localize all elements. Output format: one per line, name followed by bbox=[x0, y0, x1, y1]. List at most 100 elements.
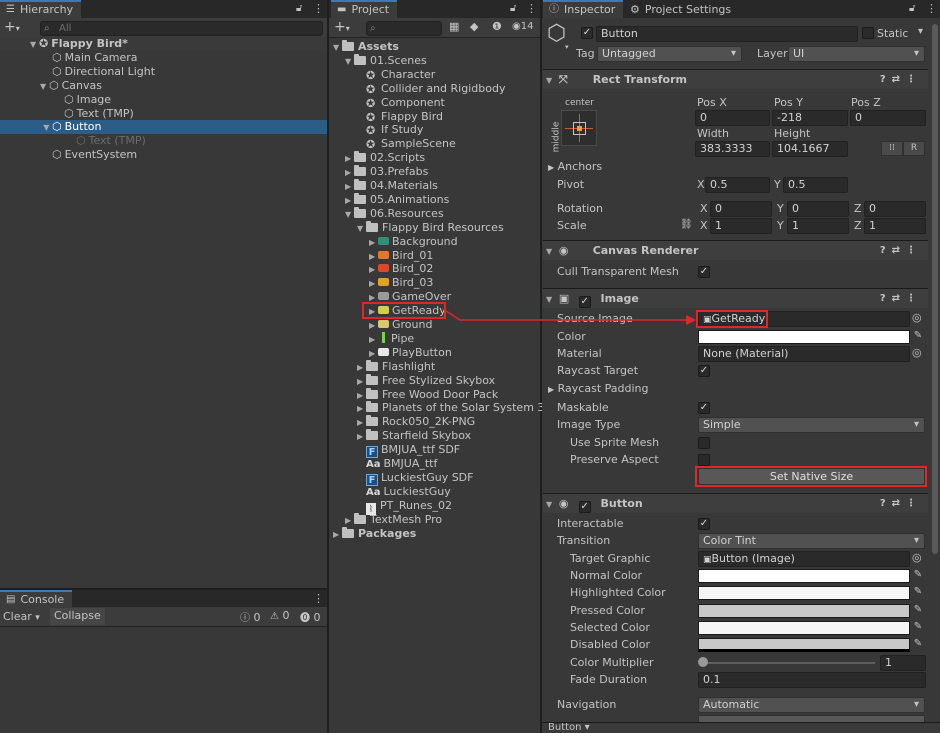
error-toggle[interactable]: ⓿ 0 bbox=[300, 609, 321, 624]
more-options-icon[interactable]: ⋮ bbox=[926, 2, 937, 15]
active-checkbox[interactable]: ✓ bbox=[581, 27, 593, 39]
project-tree-item[interactable]: ▶ Packages bbox=[333, 527, 416, 541]
maskable-checkbox[interactable]: ✓ bbox=[698, 402, 710, 414]
collapse-button[interactable]: Collapse bbox=[50, 608, 105, 625]
chevron-down-icon[interactable]: ▾ bbox=[565, 43, 569, 51]
raw-edit-button[interactable]: R bbox=[903, 141, 925, 156]
more-options-icon[interactable]: ⋮ bbox=[526, 2, 537, 15]
project-search-input[interactable]: ⌕ bbox=[366, 21, 442, 36]
use-sprite-mesh-checkbox[interactable] bbox=[698, 437, 710, 449]
eyedropper-icon[interactable]: ✎ bbox=[912, 604, 924, 616]
project-tree-item[interactable]: ✪ Character bbox=[357, 68, 435, 82]
lock-icon[interactable]: 🔓︎ bbox=[909, 3, 915, 14]
component-menu-icons[interactable]: ?⇄⋮ bbox=[880, 494, 922, 513]
project-tree-item[interactable]: ▶ 05.Animations bbox=[345, 193, 449, 207]
component-menu-icons[interactable]: ?⇄⋮ bbox=[880, 70, 922, 89]
chevron-right-icon[interactable]: ▶ bbox=[357, 430, 366, 444]
chevron-right-icon[interactable]: ▶ bbox=[369, 263, 378, 277]
chevron-down-icon[interactable]: ▼ bbox=[357, 222, 366, 236]
chevron-right-icon[interactable]: ▶ bbox=[369, 319, 378, 333]
project-tree-item[interactable]: ▶ 03.Prefabs bbox=[345, 165, 428, 179]
button-enabled-checkbox[interactable]: ✓ bbox=[578, 501, 591, 513]
disabled-color-field[interactable] bbox=[698, 638, 910, 652]
blueprint-mode-button[interactable]: ⁞⁞ bbox=[881, 141, 903, 156]
color-multiplier-slider-track[interactable] bbox=[702, 662, 875, 664]
rotation-z-field[interactable]: 0 bbox=[864, 201, 926, 217]
pivot-y-field[interactable]: 0.5 bbox=[783, 177, 848, 193]
hidden-packages-count[interactable]: ◉14 bbox=[512, 21, 533, 32]
selected-color-field[interactable] bbox=[698, 621, 910, 635]
raycast-target-checkbox[interactable]: ✓ bbox=[698, 365, 710, 377]
transition-dropdown[interactable]: Color Tint bbox=[698, 533, 925, 549]
static-checkbox[interactable] bbox=[862, 27, 874, 39]
project-tree-item[interactable]: ▶ Bird_01 bbox=[369, 249, 433, 263]
chevron-right-icon[interactable]: ▶ bbox=[345, 152, 354, 166]
filter-by-type-icon[interactable]: ▦ bbox=[449, 20, 459, 33]
project-tree-item[interactable]: F LuckiestGuy SDF bbox=[357, 471, 473, 486]
project-tree-item[interactable]: ✪ Flappy Bird bbox=[357, 110, 443, 124]
material-field[interactable]: None (Material) bbox=[698, 346, 910, 362]
chevron-right-icon[interactable]: ▶ bbox=[345, 180, 354, 194]
pos-y-field[interactable]: -218 bbox=[772, 110, 848, 126]
project-tree-item[interactable]: Aa LuckiestGuy bbox=[357, 485, 451, 499]
tab-project[interactable]: ▬ Project bbox=[331, 0, 398, 18]
warning-toggle[interactable]: ⚠ 0 bbox=[270, 609, 289, 622]
inspector-footer-label[interactable]: Button ▾ bbox=[548, 723, 590, 733]
pressed-color-field[interactable] bbox=[698, 604, 910, 618]
hierarchy-item-selected[interactable]: ▼ ⬡ Button bbox=[0, 120, 327, 134]
project-tree-item[interactable]: ✪ SampleScene bbox=[357, 137, 456, 151]
preserve-aspect-checkbox[interactable] bbox=[698, 454, 710, 466]
navigation-dropdown[interactable]: Automatic bbox=[698, 697, 925, 713]
chevron-right-icon[interactable]: ▶ bbox=[369, 236, 378, 250]
raycast-padding-foldout[interactable]: ▶ Raycast Padding bbox=[548, 382, 649, 397]
project-tree-item[interactable]: ▶ Planets of the Solar System 3D bbox=[357, 401, 553, 415]
target-graphic-field[interactable]: ▣Button (Image) bbox=[698, 551, 910, 567]
canvas-renderer-header[interactable]: ▼ ◉ Canvas Renderer ?⇄⋮ bbox=[543, 240, 928, 260]
anchor-presets-button[interactable] bbox=[561, 110, 597, 146]
anchors-foldout[interactable]: ▶ Anchors bbox=[548, 160, 602, 175]
object-picker-icon[interactable]: ◎ bbox=[912, 311, 922, 324]
button-component-header[interactable]: ▼ ◉ ✓ Button ?⇄⋮ bbox=[543, 493, 928, 513]
project-tree-item[interactable]: ᚱ PT_Runes_02 bbox=[357, 499, 452, 515]
project-tree-item[interactable]: ▶ Background bbox=[369, 235, 458, 249]
color-multiplier-slider-handle[interactable] bbox=[698, 657, 708, 667]
project-tree-item[interactable]: ✪ Collider and Rigidbody bbox=[357, 82, 505, 96]
project-tree-item[interactable]: ▶ Free Wood Door Pack bbox=[357, 388, 498, 402]
chevron-right-icon[interactable]: ▶ bbox=[369, 347, 378, 361]
inspector-scrollbar[interactable] bbox=[932, 24, 938, 554]
link-icon[interactable]: ⛓ bbox=[680, 219, 693, 230]
info-icon[interactable]: ❶ bbox=[492, 20, 502, 33]
project-tree-item[interactable]: ✪ Component bbox=[357, 96, 445, 110]
hierarchy-item[interactable]: ▼ ⬡ Canvas bbox=[40, 79, 102, 93]
scale-y-field[interactable]: 1 bbox=[787, 218, 849, 234]
lock-icon[interactable]: 🔓︎ bbox=[510, 3, 516, 14]
scale-z-field[interactable]: 1 bbox=[864, 218, 926, 234]
project-tree-item[interactable]: ▼ Assets bbox=[333, 40, 399, 54]
chevron-down-icon[interactable]: ▼ bbox=[345, 208, 354, 222]
project-tree-item[interactable]: ▶ Ground bbox=[369, 318, 432, 332]
more-options-icon[interactable]: ⋮ bbox=[313, 2, 324, 15]
chevron-right-icon[interactable]: ▶ bbox=[357, 402, 366, 416]
eyedropper-icon[interactable]: ✎ bbox=[912, 586, 924, 598]
chevron-right-icon[interactable]: ▶ bbox=[345, 166, 354, 180]
object-picker-icon[interactable]: ◎ bbox=[912, 551, 922, 564]
image-enabled-checkbox[interactable]: ✓ bbox=[578, 296, 591, 308]
pos-x-field[interactable]: 0 bbox=[695, 110, 770, 126]
fade-duration-field[interactable]: 0.1 bbox=[698, 672, 926, 688]
image-header[interactable]: ▼ ▣ ✓ Image ?⇄⋮ bbox=[543, 288, 928, 308]
chevron-right-icon[interactable]: ▶ bbox=[345, 514, 354, 528]
pos-z-field[interactable]: 0 bbox=[850, 110, 926, 126]
chevron-right-icon[interactable]: ▶ bbox=[369, 333, 378, 347]
color-multiplier-field[interactable]: 1 bbox=[880, 655, 926, 671]
tab-project-settings[interactable]: ⚙ Project Settings bbox=[624, 0, 740, 18]
tab-hierarchy[interactable]: ☰ Hierarchy bbox=[0, 0, 82, 18]
chevron-right-icon[interactable]: ▶ bbox=[357, 416, 366, 430]
project-tree-item[interactable]: ▼ 01.Scenes bbox=[345, 54, 427, 68]
project-tree-item[interactable]: ▶ Bird_02 bbox=[369, 262, 433, 276]
eyedropper-icon[interactable]: ✎ bbox=[912, 638, 924, 650]
project-tree-item[interactable]: ▶ PlayButton bbox=[369, 346, 452, 360]
hierarchy-item[interactable]: ⬡ Text (TMP) bbox=[64, 107, 134, 121]
component-menu-icons[interactable]: ?⇄⋮ bbox=[880, 241, 922, 260]
height-field[interactable]: 104.1667 bbox=[772, 141, 848, 157]
project-tree-item[interactable]: ▶ Starfield Skybox bbox=[357, 429, 471, 443]
